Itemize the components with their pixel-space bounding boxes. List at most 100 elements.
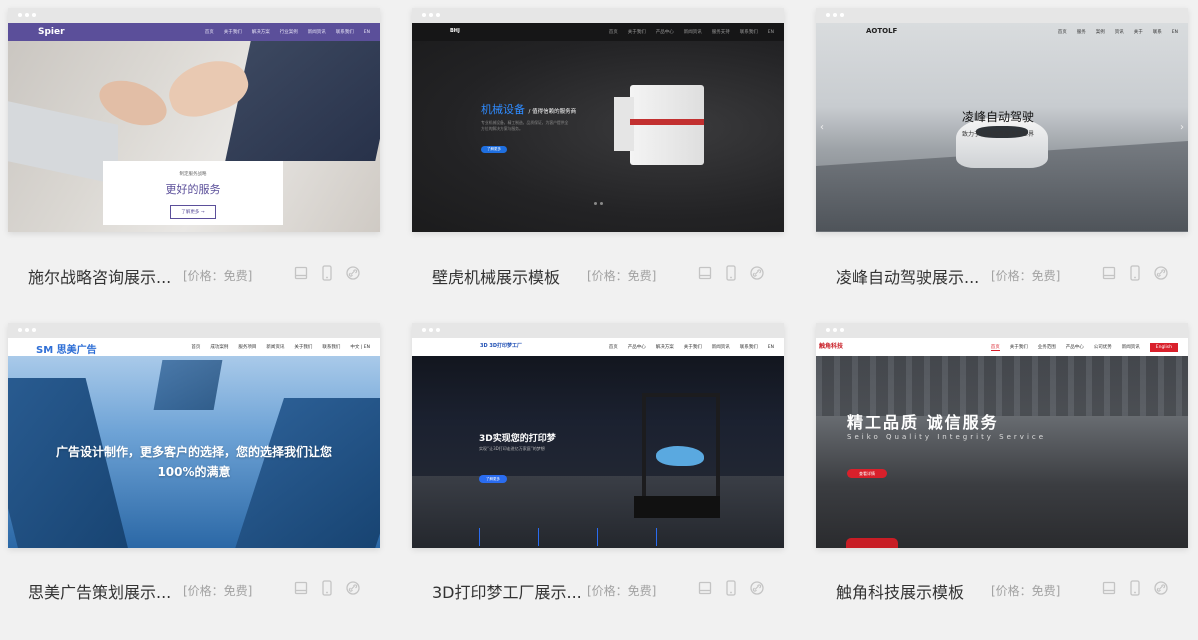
template-card[interactable]: AOTOLF 首页 服务 案例 资讯 关于 联系 EN 凌峰自动驾驶 致力于让自… bbox=[816, 8, 1188, 287]
preview-logo: SM 思美广告 bbox=[36, 345, 97, 356]
preview-car-image bbox=[956, 118, 1048, 168]
preview-nav-item: 联系我们 bbox=[335, 30, 354, 35]
template-title[interactable]: 触角科技展示模板 bbox=[836, 579, 964, 603]
preview-button: 查看详情 bbox=[847, 469, 887, 478]
link-icon[interactable] bbox=[1153, 264, 1169, 282]
price-label: [价格：免费] bbox=[587, 269, 657, 283]
preview-nav-item: 关于我们 bbox=[294, 345, 313, 350]
desktop-preview-icon[interactable] bbox=[1101, 579, 1117, 597]
price-label: [价格：免费] bbox=[183, 584, 253, 598]
preview-nav: Spier 首页 关于我们 解决方案 行业案例 新闻资讯 联系我们 EN bbox=[8, 23, 380, 41]
preview-heading: 凌峰自动驾驶 bbox=[962, 110, 1035, 124]
preview-nav-item: 产品中心 bbox=[1065, 345, 1084, 350]
preview-logo: Spier bbox=[38, 27, 65, 37]
preview-nav: AOTOLF 首页 服务 案例 资讯 关于 联系 EN bbox=[816, 23, 1188, 41]
preview-nav-item: 首页 bbox=[191, 345, 201, 350]
mobile-preview-icon[interactable] bbox=[1127, 579, 1143, 597]
template-title[interactable]: 施尔战略咨询展示... bbox=[28, 264, 171, 288]
preview-nav-item: 产品中心 bbox=[627, 345, 646, 350]
preview-screen: 触角科技 首页 关于我们 业务范围 产品中心 公司优势 新闻资讯 English… bbox=[816, 338, 1188, 548]
preview-nav-item: 联系我们 bbox=[739, 30, 758, 35]
card-meta: 3D打印梦工厂展示... [价格：免费] bbox=[432, 579, 784, 602]
preview-subheading: 致力于让自动驾驶改变世界 bbox=[962, 131, 1035, 138]
preview-body: 专业机械设备，精工制造，品质保证，为客户提供全方位的解决方案与服务。 bbox=[481, 120, 569, 131]
preview-heading: 精工品质 诚信服务 bbox=[847, 413, 999, 432]
preview-screen: AOTOLF 首页 服务 案例 资讯 关于 联系 EN 凌峰自动驾驶 致力于让自… bbox=[816, 23, 1188, 232]
preview-nav-item: 关于我们 bbox=[1009, 345, 1028, 350]
preview-factory-image bbox=[816, 356, 1188, 416]
desktop-preview-icon[interactable] bbox=[697, 264, 713, 282]
preview-nav-item: 新闻资讯 bbox=[307, 30, 326, 35]
link-icon[interactable] bbox=[345, 264, 361, 282]
preview-nav-item: 公司优势 bbox=[1093, 345, 1112, 350]
template-preview[interactable]: BHJ 首页 关于我们 产品中心 新闻资讯 服务支持 联系我们 EN 机械设备 … bbox=[412, 8, 784, 232]
desktop-preview-icon[interactable] bbox=[293, 579, 309, 597]
template-card[interactable]: BHJ 首页 关于我们 产品中心 新闻资讯 服务支持 联系我们 EN 机械设备 … bbox=[412, 8, 784, 287]
template-card[interactable]: Spier 首页 关于我们 解决方案 行业案例 新闻资讯 联系我们 EN 制定服… bbox=[8, 8, 380, 287]
template-preview[interactable]: 3D 3D打印梦工厂 首页 产品中心 解决方案 关于我们 新闻资讯 联系我们 E… bbox=[412, 323, 784, 548]
preview-hero-box: 制定服务战略 更好的服务 了解更多 → bbox=[103, 161, 283, 225]
preview-nav-item: 行业案例 bbox=[279, 30, 298, 35]
preview-logo: 3D 3D打印梦工厂 bbox=[480, 343, 523, 349]
preview-subheading: Seiko Quality Integrity Service bbox=[847, 433, 1047, 441]
card-meta: 壁虎机械展示模板 [价格：免费] bbox=[432, 264, 784, 287]
template-preview[interactable]: AOTOLF 首页 服务 案例 资讯 关于 联系 EN 凌峰自动驾驶 致力于让自… bbox=[816, 8, 1188, 232]
window-dots bbox=[826, 13, 844, 17]
preview-nav-item: 资讯 bbox=[1114, 30, 1124, 35]
desktop-preview-icon[interactable] bbox=[697, 579, 713, 597]
mobile-preview-icon[interactable] bbox=[1127, 264, 1143, 282]
preview-screen: BHJ 首页 关于我们 产品中心 新闻资讯 服务支持 联系我们 EN 机械设备 … bbox=[412, 23, 784, 232]
carousel-dots bbox=[594, 202, 603, 205]
window-dots bbox=[18, 328, 36, 332]
preview-nav-item: 服务项目 bbox=[238, 345, 257, 350]
preview-screen: Spier 首页 关于我们 解决方案 行业案例 新闻资讯 联系我们 EN 制定服… bbox=[8, 23, 380, 232]
desktop-preview-icon[interactable] bbox=[1101, 264, 1117, 282]
preview-nav-item: 新闻资讯 bbox=[711, 345, 730, 350]
mobile-preview-icon[interactable] bbox=[319, 579, 335, 597]
template-card[interactable]: 触角科技 首页 关于我们 业务范围 产品中心 公司优势 新闻资讯 English… bbox=[816, 323, 1188, 602]
template-title[interactable]: 壁虎机械展示模板 bbox=[432, 264, 560, 288]
preview-heading: 广告设计制作，更多客户的选择，您的选择我们让您 100%的满意 bbox=[55, 445, 332, 479]
template-card[interactable]: SM 思美广告 首页 成功案例 服务项目 新闻资讯 关于我们 联系我们 中文 |… bbox=[8, 323, 380, 602]
preview-heading: 3D实现您的打印梦 bbox=[479, 434, 556, 444]
preview-photo-laptop bbox=[8, 101, 118, 185]
price-label: [价格：免费] bbox=[587, 584, 657, 598]
price-label: [价格：免费] bbox=[991, 584, 1061, 598]
link-icon[interactable] bbox=[749, 264, 765, 282]
template-card[interactable]: 3D 3D打印梦工厂 首页 产品中心 解决方案 关于我们 新闻资讯 联系我们 E… bbox=[412, 323, 784, 602]
preview-nav-item: EN bbox=[363, 29, 370, 35]
link-icon[interactable] bbox=[1153, 579, 1169, 597]
preview-nav-item: 首页 bbox=[608, 345, 618, 350]
preview-nav-item: EN bbox=[1171, 29, 1178, 35]
template-title[interactable]: 3D打印梦工厂展示... bbox=[432, 579, 582, 603]
preview-nav-item: 新闻资讯 bbox=[1121, 345, 1140, 350]
preview-subheading: 制定服务战略 bbox=[179, 172, 207, 177]
preview-machine-image bbox=[614, 85, 704, 165]
template-title[interactable]: 思美广告策划展示... bbox=[28, 579, 171, 603]
preview-print-model bbox=[656, 446, 704, 466]
preview-nav-item: 新闻资讯 bbox=[683, 30, 702, 35]
template-title[interactable]: 凌峰自动驾驶展示... bbox=[836, 264, 979, 288]
preview-logo: BHJ bbox=[450, 28, 460, 34]
preview-nav-item: 联系我们 bbox=[739, 345, 758, 350]
mobile-preview-icon[interactable] bbox=[723, 579, 739, 597]
link-icon[interactable] bbox=[345, 579, 361, 597]
mobile-preview-icon[interactable] bbox=[319, 264, 335, 282]
link-icon[interactable] bbox=[749, 579, 765, 597]
preview-nav-item: 解决方案 bbox=[251, 30, 270, 35]
preview-nav: BHJ 首页 关于我们 产品中心 新闻资讯 服务支持 联系我们 EN bbox=[412, 23, 784, 41]
template-grid: Spier 首页 关于我们 解决方案 行业案例 新闻资讯 联系我们 EN 制定服… bbox=[0, 0, 1198, 640]
preview-stats-row bbox=[479, 528, 707, 546]
preview-nav-item: 首页 bbox=[204, 30, 214, 35]
mobile-preview-icon[interactable] bbox=[723, 264, 739, 282]
template-preview[interactable]: SM 思美广告 首页 成功案例 服务项目 新闻资讯 关于我们 联系我们 中文 |… bbox=[8, 323, 380, 548]
preview-logo: 触角科技 bbox=[819, 343, 844, 350]
card-meta: 施尔战略咨询展示... [价格：免费] bbox=[28, 264, 380, 287]
price-label: [价格：免费] bbox=[991, 269, 1061, 283]
desktop-preview-icon[interactable] bbox=[293, 264, 309, 282]
preview-logo: AOTOLF bbox=[866, 27, 898, 35]
template-preview[interactable]: 触角科技 首页 关于我们 业务范围 产品中心 公司优势 新闻资讯 English… bbox=[816, 323, 1188, 548]
preview-nav: 触角科技 首页 关于我们 业务范围 产品中心 公司优势 新闻资讯 English bbox=[816, 338, 1188, 356]
preview-nav-item: 服务支持 bbox=[711, 30, 730, 35]
template-preview[interactable]: Spier 首页 关于我们 解决方案 行业案例 新闻资讯 联系我们 EN 制定服… bbox=[8, 8, 380, 232]
